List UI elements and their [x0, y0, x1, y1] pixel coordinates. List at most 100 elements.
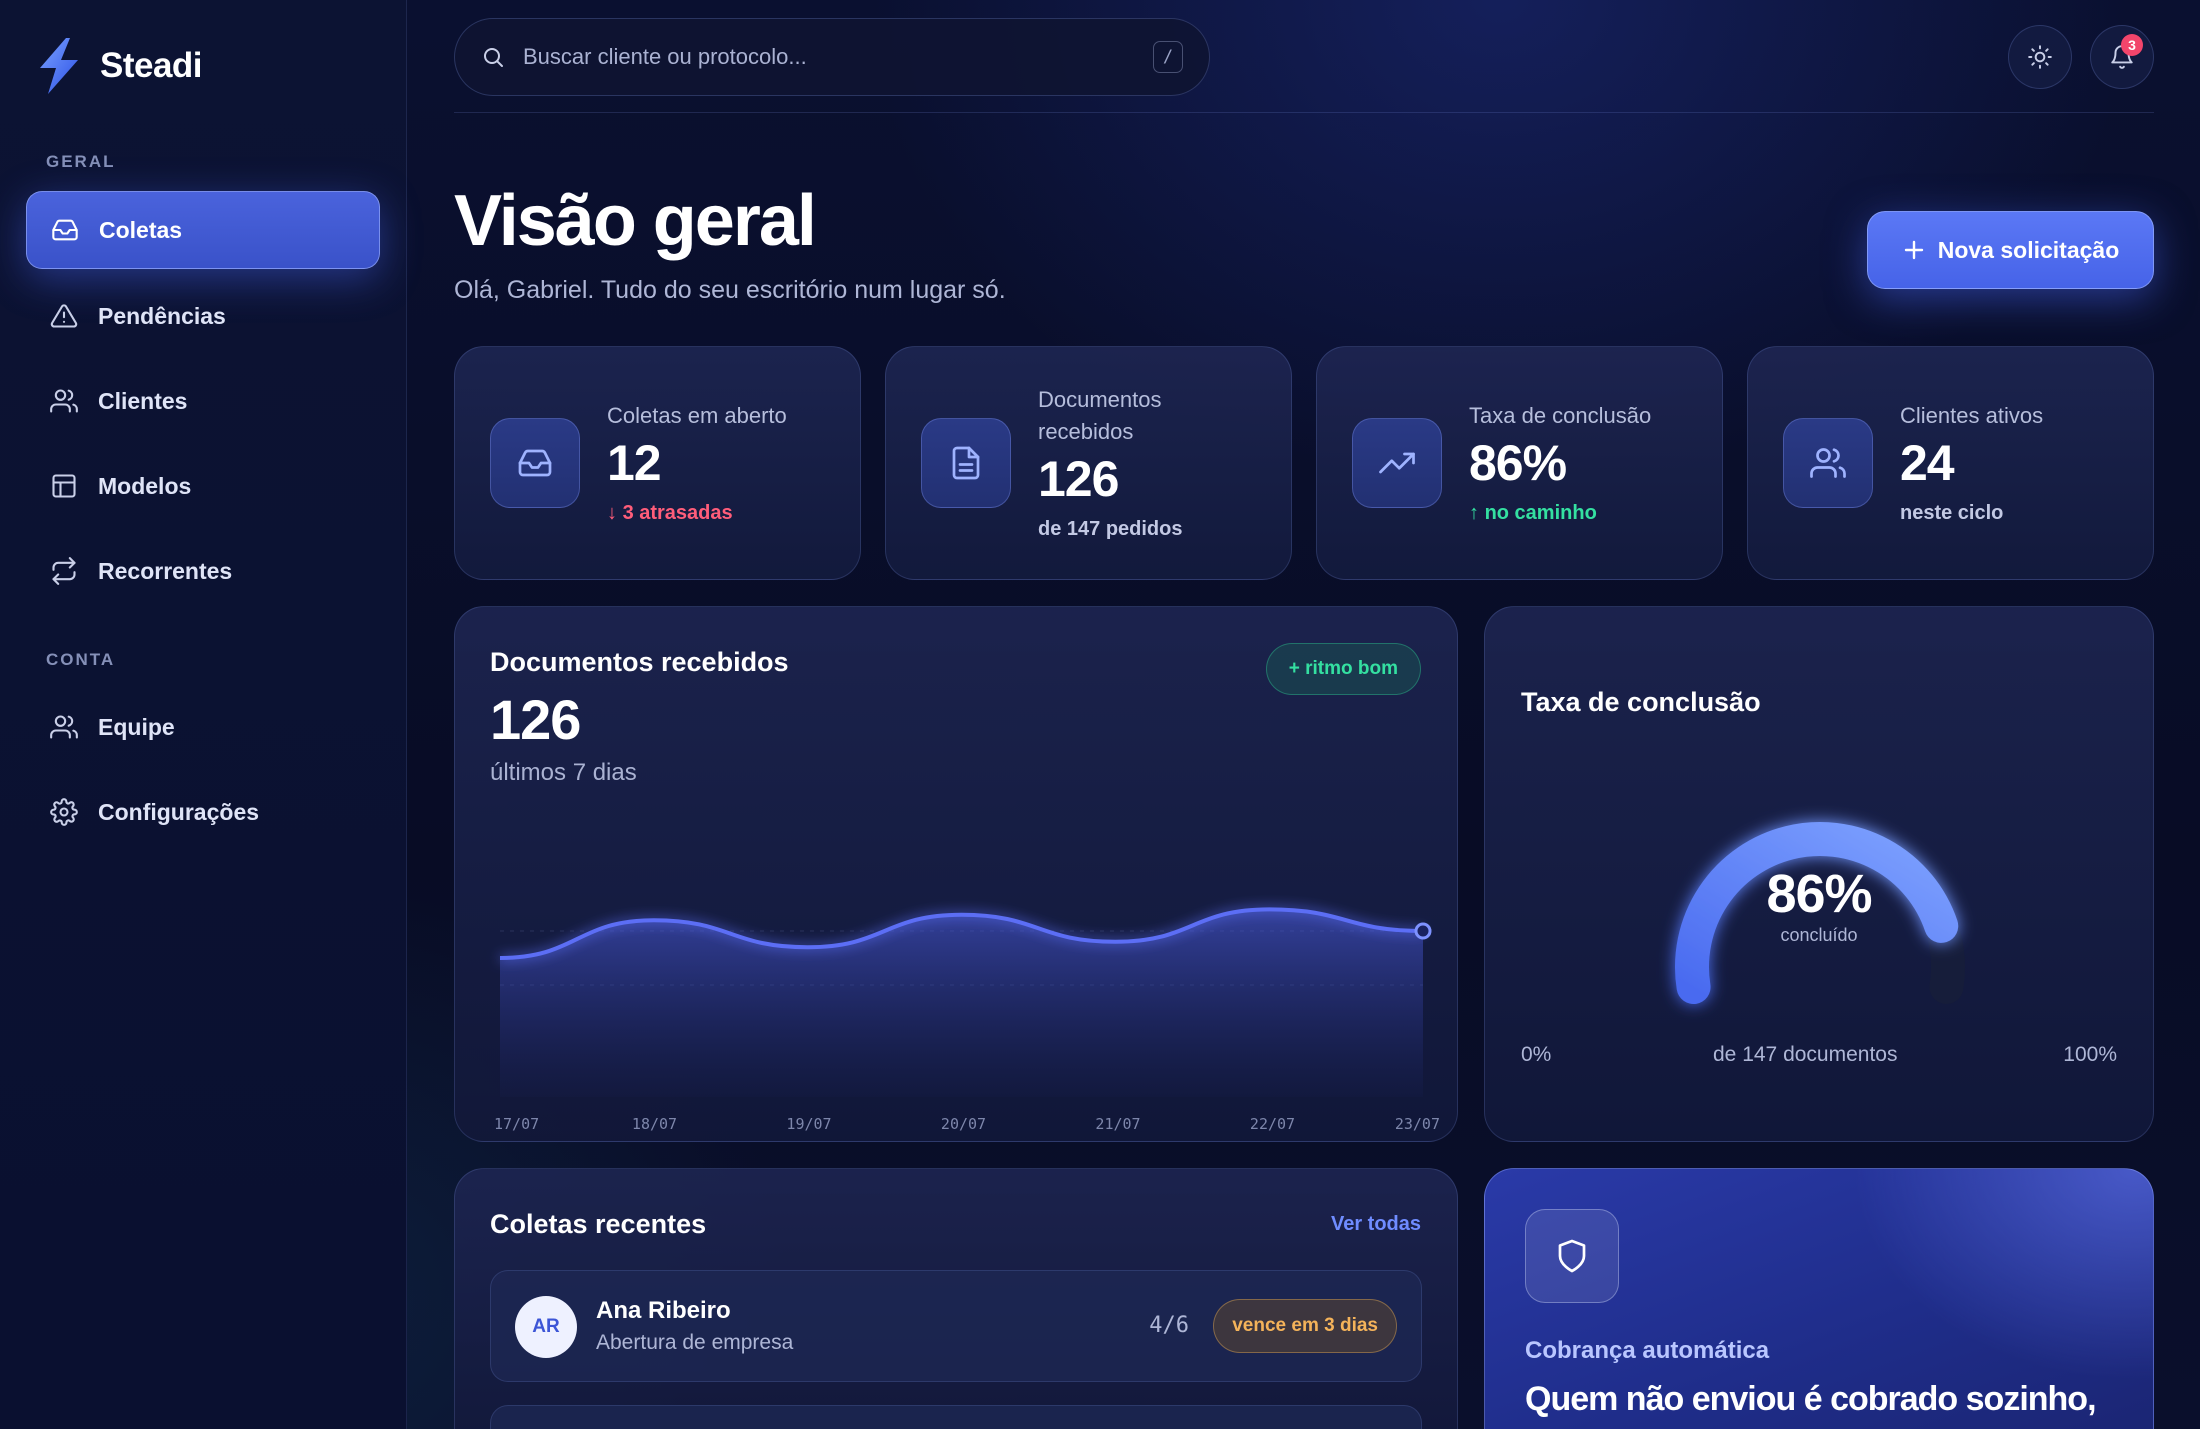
arrow-down-icon: ↓	[607, 502, 623, 524]
due-badge: vence em 3 dias	[1213, 1299, 1397, 1353]
x-tick-label: 23/07	[1395, 1115, 1440, 1133]
layout-icon	[52, 474, 76, 498]
page-subtitle: Olá, Gabriel. Tudo do seu escritório num…	[454, 276, 1006, 304]
row-progress-count: 4/6	[1149, 1313, 1189, 1338]
users-icon	[50, 715, 78, 739]
auto-billing-card[interactable]: Cobrança automática Quem não enviou é co…	[1484, 1168, 2154, 1429]
stat-value: 126	[1038, 451, 1119, 507]
file-text-icon	[952, 446, 980, 480]
gauge-caption: concluído	[1780, 925, 1858, 945]
stat-value: 24	[1900, 435, 1955, 491]
stat-icon-box	[921, 418, 1011, 508]
plus-icon	[1904, 240, 1923, 260]
stat-label: Coletas em aberto	[607, 403, 787, 428]
stat-card-completion-rate[interactable]: Taxa de conclusão 86% ↑ no caminho	[1316, 346, 1723, 580]
gauge-max-label: 100%	[2063, 1043, 2117, 1066]
stat-note-text: no caminho	[1484, 502, 1597, 524]
stat-card-open-collections[interactable]: Coletas em aberto 12 ↓ 3 atrasadas	[454, 346, 861, 580]
data-point[interactable]	[1414, 922, 1432, 940]
panel-title: Coletas recentes	[490, 1209, 707, 1239]
sidebar: Steadi GERAL Coletas Pendências Clientes…	[0, 0, 407, 1429]
completion-gauge-panel: Taxa de conclusão 86% concluído 0% de 14…	[1484, 606, 2154, 1142]
sidebar-item-modelos[interactable]: Modelos	[26, 447, 380, 525]
promo-title: Quem não enviou é cobrado sozinho, via W…	[1525, 1380, 2097, 1429]
sidebar-item-label: Pendências	[98, 302, 226, 329]
new-request-label: Nova solicitação	[1937, 236, 2120, 263]
arrow-up-icon: ↑	[1469, 502, 1485, 524]
sidebar-item-pendencias[interactable]: Pendências	[26, 277, 380, 355]
view-all-link[interactable]: Ver todas	[1331, 1213, 1421, 1236]
stat-note: ↓ 3 atrasadas	[607, 498, 817, 528]
sidebar-item-clientes[interactable]: Clientes	[26, 362, 380, 440]
x-tick-label: 19/07	[786, 1115, 831, 1133]
x-tick-label: 21/07	[1095, 1115, 1140, 1133]
shield-icon	[1558, 1239, 1586, 1273]
row-client-name: Ana Ribeiro	[596, 1297, 731, 1324]
documents-chart-panel: Documentos recebidos 126 últimos 7 dias …	[454, 606, 1458, 1142]
topbar-divider	[454, 112, 2154, 113]
promo-kicker: Cobrança automática	[1525, 1337, 1770, 1364]
sidebar-item-recorrentes[interactable]: Recorrentes	[26, 532, 380, 610]
inbox-icon	[52, 219, 78, 241]
sun-icon	[2028, 45, 2052, 69]
sidebar-item-label: Modelos	[98, 472, 192, 499]
theme-toggle-button[interactable]	[2008, 25, 2072, 89]
row-description: Abertura de empresa	[596, 1331, 794, 1354]
section-label-geral: GERAL	[46, 152, 116, 171]
search-shortcut-key: /	[1153, 41, 1183, 73]
bolt-logo-icon	[40, 38, 78, 94]
promo-icon-box	[1525, 1209, 1619, 1303]
inbox-icon	[518, 449, 552, 477]
recent-collections-panel: Coletas recentes Ver todas AR Ana Ribeir…	[454, 1168, 1458, 1429]
notifications-button[interactable]: 3	[2090, 25, 2154, 89]
sidebar-item-label: Recorrentes	[98, 557, 233, 584]
brand[interactable]: Steadi	[36, 38, 203, 94]
stat-value: 12	[607, 435, 662, 491]
repeat-icon	[52, 557, 76, 585]
area-chart[interactable]: 17/07 18/07 19/07 20/07 21/07 22/07 23/07	[455, 607, 1458, 1142]
area-fill	[500, 909, 1423, 1097]
notification-badge: 3	[2121, 34, 2143, 56]
sidebar-item-label: Equipe	[98, 713, 175, 740]
sidebar-item-coletas[interactable]: Coletas	[26, 191, 380, 269]
section-label-conta: CONTA	[46, 650, 116, 669]
gauge-min-label: 0%	[1521, 1043, 1552, 1066]
stat-card-active-clients[interactable]: Clientes ativos 24 neste ciclo	[1747, 346, 2154, 580]
sidebar-item-configuracoes[interactable]: Configurações	[26, 773, 380, 851]
search-input[interactable]	[523, 44, 1143, 70]
stat-value: 86%	[1469, 435, 1567, 491]
new-request-button[interactable]: Nova solicitação	[1867, 211, 2154, 289]
stat-note: de 147 pedidos	[1038, 518, 1183, 540]
sidebar-item-label: Configurações	[98, 798, 260, 825]
gauge-mid-label: de 147 documentos	[1713, 1043, 1898, 1066]
stat-card-documents[interactable]: Documentos recebidos 126 de 147 pedidos	[885, 346, 1292, 580]
table-row[interactable]: AR Ana Ribeiro Abertura de empresa 4/6 v…	[490, 1270, 1422, 1382]
users-icon	[50, 389, 78, 413]
gear-icon	[50, 798, 78, 826]
search-icon	[484, 48, 503, 67]
page-title: Visão geral	[454, 181, 817, 261]
brand-name: Steadi	[100, 46, 203, 85]
sidebar-item-label: Clientes	[98, 387, 188, 414]
stat-icon-box	[1352, 418, 1442, 508]
search-bar[interactable]: /	[454, 18, 1210, 96]
users-icon	[1810, 448, 1846, 478]
x-tick-label: 20/07	[941, 1115, 986, 1133]
gauge-value: 86%	[1766, 864, 1872, 924]
stat-label: Taxa de conclusão	[1469, 403, 1652, 428]
stat-note: ↑ no caminho	[1469, 498, 1679, 528]
avatar: AR	[515, 1296, 577, 1358]
stat-note: neste ciclo	[1900, 502, 2004, 524]
stat-icon-box	[490, 418, 580, 508]
x-tick-label: 22/07	[1250, 1115, 1295, 1133]
alert-triangle-icon	[50, 304, 78, 328]
table-row[interactable]	[490, 1405, 1422, 1429]
sidebar-item-label: Coletas	[99, 216, 183, 243]
x-tick-label: 18/07	[632, 1115, 677, 1133]
stat-label: Clientes ativos	[1900, 403, 2044, 428]
trending-up-icon	[1379, 452, 1415, 474]
sidebar-item-equipe[interactable]: Equipe	[26, 688, 380, 766]
stat-icon-box	[1783, 418, 1873, 508]
stat-label: Documentos recebidos	[1038, 387, 1162, 444]
x-tick-label: 17/07	[494, 1115, 539, 1133]
